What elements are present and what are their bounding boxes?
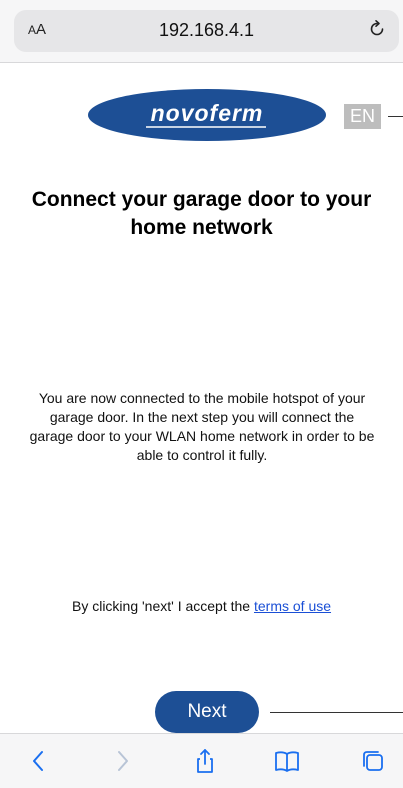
browser-address-bar: AA 192.168.4.1 xyxy=(0,0,403,63)
browser-toolbar xyxy=(0,733,403,788)
language-selector[interactable]: EN xyxy=(344,104,381,129)
forward-icon[interactable] xyxy=(109,748,135,774)
tabs-icon[interactable] xyxy=(360,748,386,774)
share-icon[interactable] xyxy=(192,748,218,774)
page-title: Connect your garage door to your home ne… xyxy=(31,188,372,239)
annotation-line xyxy=(388,116,403,117)
description-text: You are now connected to the mobile hots… xyxy=(29,390,375,463)
terms-text: By clicking 'next' I accept the terms of… xyxy=(20,598,383,614)
svg-text:novoferm: novoferm xyxy=(151,100,264,126)
annotation-line xyxy=(270,712,403,713)
next-button[interactable]: Next xyxy=(155,691,259,733)
url-field[interactable]: AA 192.168.4.1 xyxy=(14,10,399,52)
terms-of-use-link[interactable]: terms of use xyxy=(254,598,331,614)
terms-prefix: By clicking 'next' I accept the xyxy=(71,598,254,614)
novoferm-logo: novoferm xyxy=(88,89,326,141)
bookmarks-icon[interactable] xyxy=(274,748,300,774)
reload-icon[interactable] xyxy=(367,19,387,39)
back-icon[interactable] xyxy=(26,748,52,774)
url-text: 192.168.4.1 xyxy=(158,20,255,40)
